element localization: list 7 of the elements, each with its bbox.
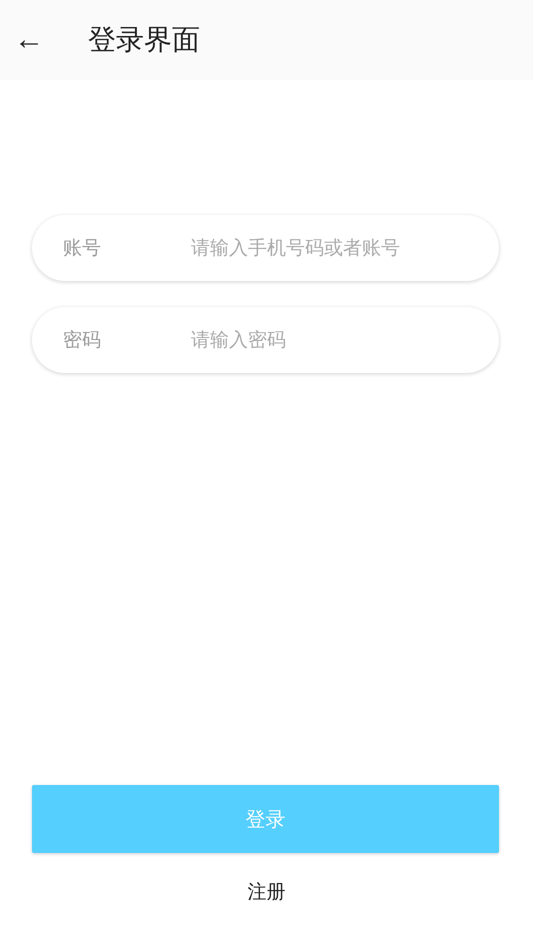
page-title: 登录界面	[88, 22, 200, 58]
register-link[interactable]: 注册	[248, 879, 286, 905]
input-field[interactable]: 请输入密码	[189, 328, 499, 352]
field-label: 账号	[63, 236, 102, 261]
back-button[interactable]: ←	[14, 25, 44, 55]
input-field[interactable]: 请输入手机号码或者账号	[189, 236, 499, 260]
field-label: 密码	[63, 328, 102, 353]
